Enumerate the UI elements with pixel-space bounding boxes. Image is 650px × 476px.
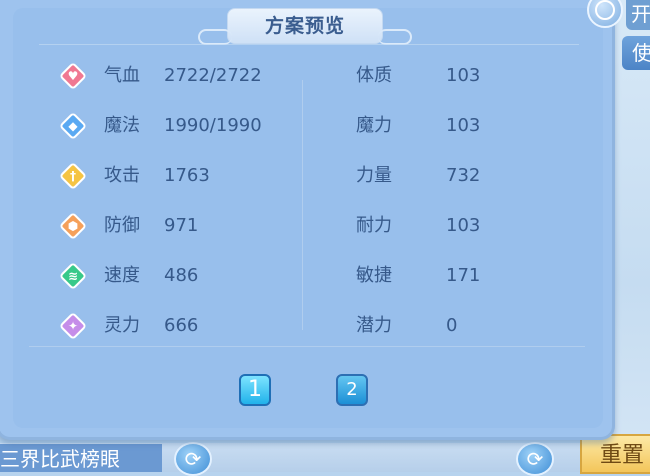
refresh-icon[interactable]: ⟳ [174,442,212,476]
shield-icon: ⬢ [58,211,88,241]
page-button-2[interactable]: 2 [336,374,368,406]
refresh-icon[interactable]: ⟳ [516,442,554,476]
heart-icon: ♥ [58,61,88,91]
column-divider [302,80,303,330]
title-rank-label: 三界比武榜眼 [0,444,162,472]
stat-row-right: 体质 103 [356,61,556,91]
stat-label: 速度 [104,265,140,286]
spirit-icon: ✦ [58,311,88,341]
attribute-value: 171 [446,265,481,286]
attribute-label: 体质 [356,65,392,86]
attribute-label: 潜力 [356,315,392,336]
stat-label: 防御 [104,215,140,236]
lightning-icon: ≋ [58,261,88,291]
reset-button[interactable]: 重置 [580,434,650,474]
attribute-value: 0 [446,315,458,336]
top-right-button[interactable]: 开 [626,0,650,30]
stat-row-right: 力量 732 [356,161,556,191]
stat-value: 1990/1990 [164,115,262,136]
background-right [612,0,650,472]
stat-value: 666 [164,315,199,336]
attribute-label: 敏捷 [356,265,392,286]
attribute-value: 103 [446,65,481,86]
panel-title: 方案预览 [198,8,412,45]
row-divider [29,346,585,347]
stat-label: 魔法 [104,115,140,136]
stat-value: 2722/2722 [164,65,262,86]
stat-row-left: ⬢ 防御 971 [58,211,290,241]
stat-row-right: 潜力 0 [356,311,556,341]
attribute-label: 魔力 [356,115,392,136]
stat-row-left: † 攻击 1763 [58,161,290,191]
page-button-1[interactable]: 1 [239,374,271,406]
stat-row-right: 敏捷 171 [356,261,556,291]
attribute-label: 耐力 [356,215,392,236]
stat-label: 灵力 [104,315,140,336]
stat-value: 486 [164,265,199,286]
sword-icon: † [58,161,88,191]
stat-label: 气血 [104,65,140,86]
attribute-value: 732 [446,165,481,186]
attribute-value: 103 [446,115,481,136]
stat-row-right: 耐力 103 [356,211,556,241]
stat-row-left: ≋ 速度 486 [58,261,290,291]
title-divider [39,44,579,45]
side-use-button[interactable]: 使 [622,36,650,70]
stat-row-right: 魔力 103 [356,111,556,141]
attribute-value: 103 [446,215,481,236]
stat-value: 971 [164,215,199,236]
stat-row-left: ✦ 灵力 666 [58,311,290,341]
stat-row-left: ♥ 气血 2722/2722 [58,61,290,91]
stat-row-left: ◆ 魔法 1990/1990 [58,111,290,141]
stat-label: 攻击 [104,165,140,186]
attribute-label: 力量 [356,165,392,186]
mana-diamond-icon: ◆ [58,111,88,141]
stat-value: 1763 [164,165,210,186]
